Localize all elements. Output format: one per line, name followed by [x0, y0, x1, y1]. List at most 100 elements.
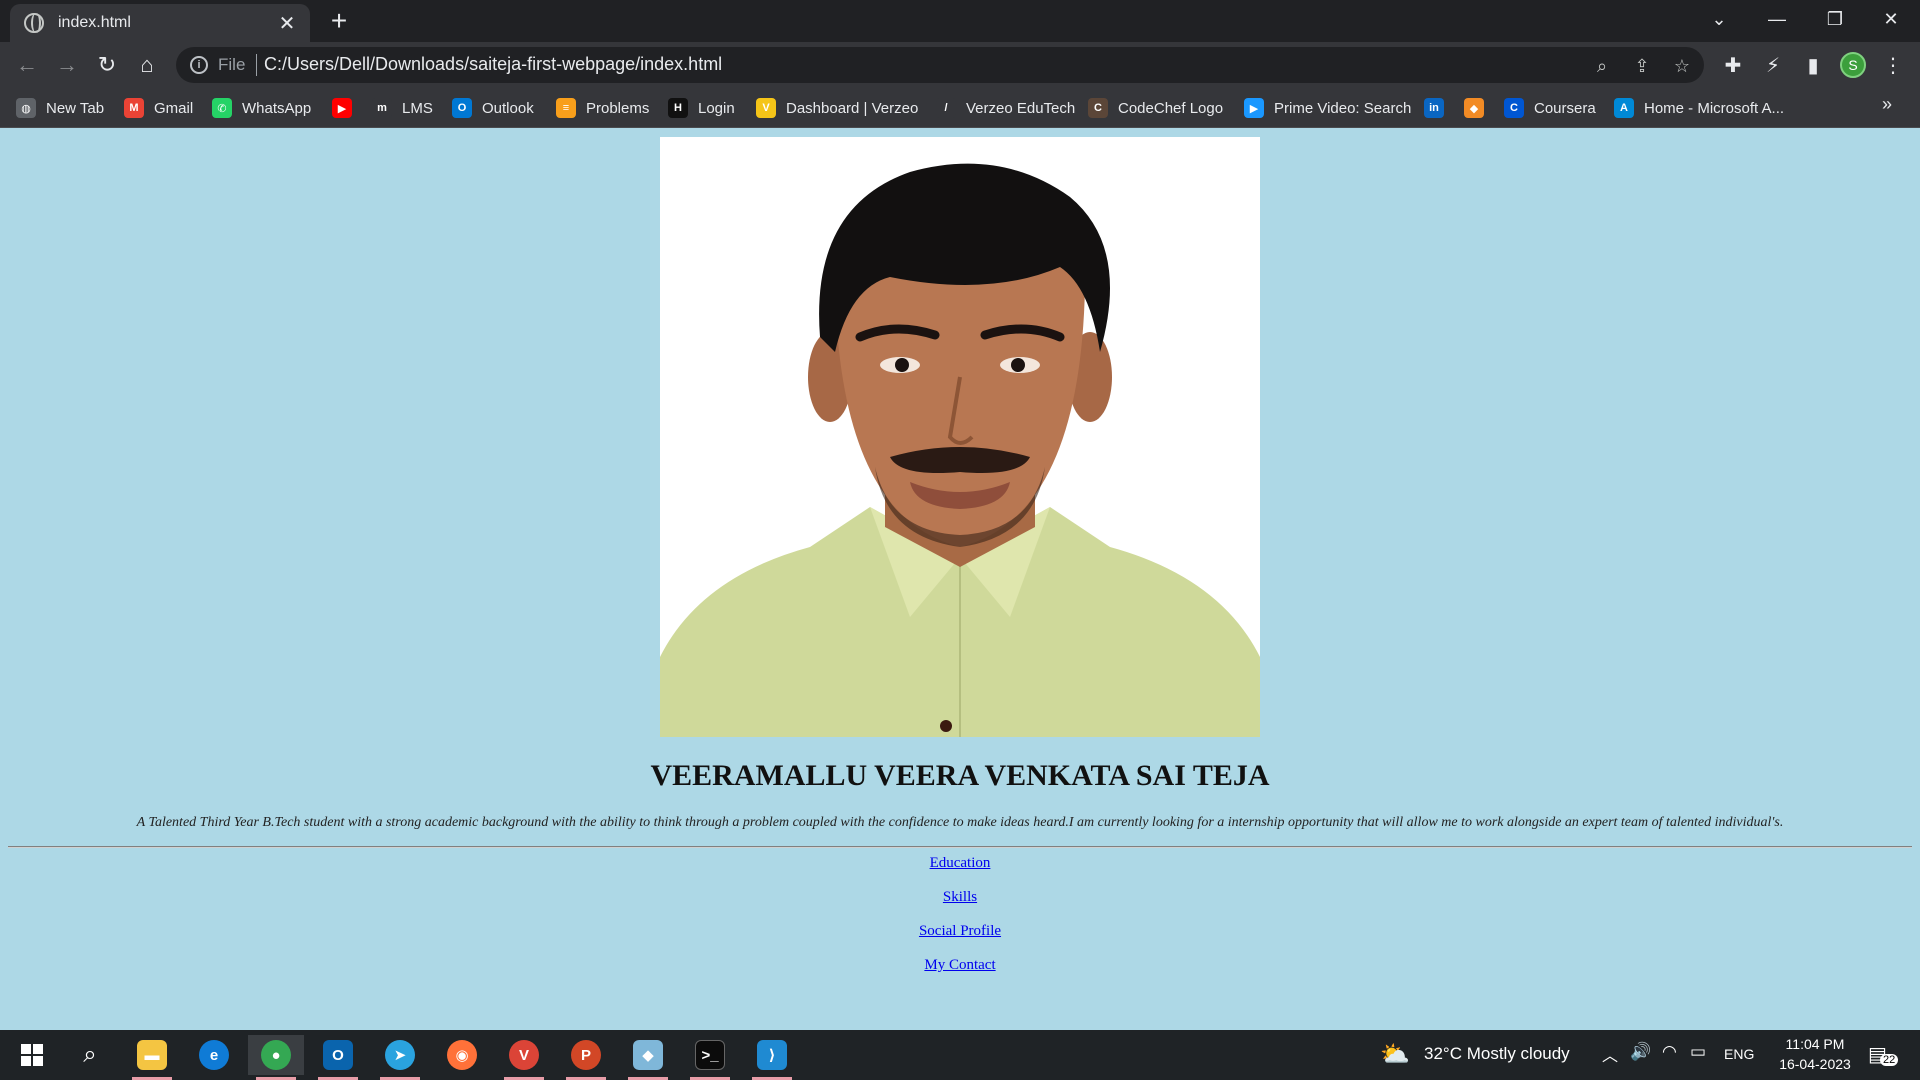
url-separator	[256, 54, 257, 76]
globe-icon: ◍	[16, 98, 36, 118]
bookmark-label: Home - Microsoft A...	[1644, 99, 1785, 117]
share-icon[interactable]: ⇪	[1630, 54, 1654, 78]
url-scheme: File	[218, 55, 246, 74]
skills-link[interactable]: Skills	[943, 889, 977, 905]
extensions-icon[interactable]: ✚	[1718, 50, 1748, 80]
bookmark-problems[interactable]: ≡ Problems	[556, 96, 649, 120]
box-icon: ◆	[1464, 98, 1484, 118]
taskbar-telegram[interactable]: ➤	[372, 1035, 428, 1080]
notification-count: 22	[1880, 1054, 1899, 1066]
lms-icon: m	[372, 98, 392, 118]
search-button[interactable]: ⌕	[62, 1035, 118, 1075]
education-link[interactable]: Education	[930, 855, 991, 871]
windows-taskbar: ⌕ ▬ e ● O ➤ ◉ V P ◆ >_ ⟩ ⛅ 32°C Mostly c…	[0, 1030, 1920, 1080]
taskbar-vscode[interactable]: ⟩	[744, 1035, 800, 1080]
zoom-icon[interactable]: ⌕	[1590, 54, 1614, 78]
forward-icon[interactable]: →	[52, 50, 82, 80]
bookmark-verzeo-edutech[interactable]: / Verzeo EduTech	[936, 96, 1075, 120]
notification-center[interactable]: ▤ 22	[1868, 1040, 1899, 1070]
clock-time: 11:04 PM	[1785, 1036, 1845, 1052]
portrait-illustration	[660, 137, 1260, 737]
volume-icon[interactable]: 🔊	[1630, 1042, 1651, 1062]
divider	[8, 846, 1912, 848]
taskbar-notes[interactable]: ◆	[620, 1035, 676, 1080]
start-button[interactable]	[4, 1035, 60, 1075]
taskbar-chrome[interactable]: ●	[248, 1035, 304, 1080]
language-indicator[interactable]: ENG	[1724, 1046, 1754, 1062]
clock-date: 16-04-2023	[1779, 1056, 1851, 1072]
home-icon[interactable]: ⌂	[132, 50, 162, 80]
bookmark-star-icon[interactable]: ☆	[1670, 54, 1694, 78]
more-bookmarks-icon[interactable]: »	[1882, 94, 1892, 115]
wifi-icon[interactable]: ◠	[1662, 1042, 1677, 1062]
bookmark-gmail[interactable]: M Gmail	[124, 96, 193, 120]
link-social-profile: Social Profile	[0, 923, 1920, 940]
bookmark-whatsapp[interactable]: ✆ WhatsApp	[212, 96, 311, 120]
minimize-icon[interactable]: —	[1748, 0, 1806, 38]
bookmark-outlook[interactable]: O Outlook	[452, 96, 534, 120]
edge-icon: e	[199, 1040, 229, 1070]
link-skills: Skills	[0, 889, 1920, 906]
side-panel-icon[interactable]: ▮	[1798, 50, 1828, 80]
restore-icon[interactable]: ❐	[1806, 0, 1864, 38]
bookmark-codechef-logo[interactable]: C CodeChef Logo	[1088, 96, 1223, 120]
verzeo-edutech-icon: /	[936, 98, 956, 118]
my-contact-link[interactable]: My Contact	[924, 957, 995, 973]
tab-title: index.html	[58, 14, 131, 31]
weather-icon: ⛅	[1380, 1041, 1410, 1068]
weather-text[interactable]: 32°C Mostly cloudy	[1424, 1044, 1570, 1064]
bookmark-box[interactable]: ◆	[1464, 96, 1494, 120]
url-text[interactable]: C:/Users/Dell/Downloads/saiteja-first-we…	[264, 54, 722, 75]
clock[interactable]: 11:04 PM 16-04-2023	[1760, 1034, 1870, 1074]
tray-overflow-icon[interactable]: ︿	[1602, 1042, 1618, 1066]
bookmark-dashboard-verzeo[interactable]: V Dashboard | Verzeo	[756, 96, 918, 120]
bookmark-new-tab[interactable]: ◍ New Tab	[16, 96, 104, 120]
tab-search-icon[interactable]: ⌄	[1690, 0, 1748, 38]
telegram-icon: ➤	[385, 1040, 415, 1070]
taskbar-file-explorer[interactable]: ▬	[124, 1035, 180, 1080]
back-icon[interactable]: ←	[12, 50, 42, 80]
tab-close-icon[interactable]: ✕	[276, 11, 298, 36]
problems-icon: ≡	[556, 98, 576, 118]
menu-icon[interactable]: ⋮	[1878, 50, 1908, 80]
bookmark-label: Gmail	[154, 99, 194, 117]
social-profile-link[interactable]: Social Profile	[919, 923, 1001, 939]
bookmark-lms[interactable]: m LMS	[372, 96, 433, 120]
azure-icon: A	[1614, 98, 1634, 118]
browser-toolbar: ← → ↻ ⌂ i File C:/Users/Dell/Downloads/s…	[0, 42, 1920, 88]
bookmark-prime-video-search[interactable]: ▶ Prime Video: Search	[1244, 96, 1411, 120]
battery-icon[interactable]: ▭	[1690, 1042, 1706, 1062]
reload-icon[interactable]: ↻	[92, 50, 122, 80]
profile-avatar[interactable]: S	[1840, 52, 1866, 78]
taskbar-outlook[interactable]: O	[310, 1035, 366, 1080]
taskbar-powerpoint[interactable]: P	[558, 1035, 614, 1080]
bio-text: A Talented Third Year B.Tech student wit…	[136, 815, 1784, 830]
site-info-icon[interactable]: i	[190, 56, 208, 74]
search-icon: ⌕	[83, 1041, 97, 1068]
whatsapp-icon: ✆	[212, 98, 232, 118]
bookmark-youtube[interactable]: ▶	[332, 96, 362, 120]
windows-logo-icon	[21, 1044, 43, 1066]
bookmark-home-microsoft-a[interactable]: A Home - Microsoft A...	[1614, 96, 1784, 120]
link-education: Education	[0, 855, 1920, 872]
bookmark-label: Verzeo EduTech	[966, 99, 1076, 117]
bookmark-label: Login	[698, 99, 735, 117]
bookmark-coursera[interactable]: C Coursera	[1504, 96, 1596, 120]
bookmark-linkedin[interactable]: in	[1424, 96, 1454, 120]
bookmark-label: Dashboard | Verzeo	[786, 99, 919, 117]
new-tab-button[interactable]: +	[324, 6, 354, 36]
taskbar-firefox[interactable]: ◉	[434, 1035, 490, 1075]
verzeo-icon: V	[756, 98, 776, 118]
window-close-icon[interactable]: ✕	[1862, 0, 1920, 38]
firefox-icon: ◉	[447, 1040, 477, 1070]
bookmark-label: LMS	[402, 99, 433, 117]
performance-icon[interactable]: ⚡	[1758, 50, 1788, 80]
taskbar-terminal[interactable]: >_	[682, 1035, 738, 1080]
address-bar[interactable]: i File C:/Users/Dell/Downloads/saiteja-f…	[176, 47, 1704, 83]
link-my-contact: My Contact	[0, 957, 1920, 974]
taskbar-chrome-profile[interactable]: V	[496, 1035, 552, 1080]
browser-tab[interactable]: index.html ✕	[10, 4, 310, 42]
taskbar-edge[interactable]: e	[186, 1035, 242, 1075]
bookmark-login[interactable]: H Login	[668, 96, 735, 120]
bookmark-label: Prime Video: Search	[1274, 99, 1412, 117]
